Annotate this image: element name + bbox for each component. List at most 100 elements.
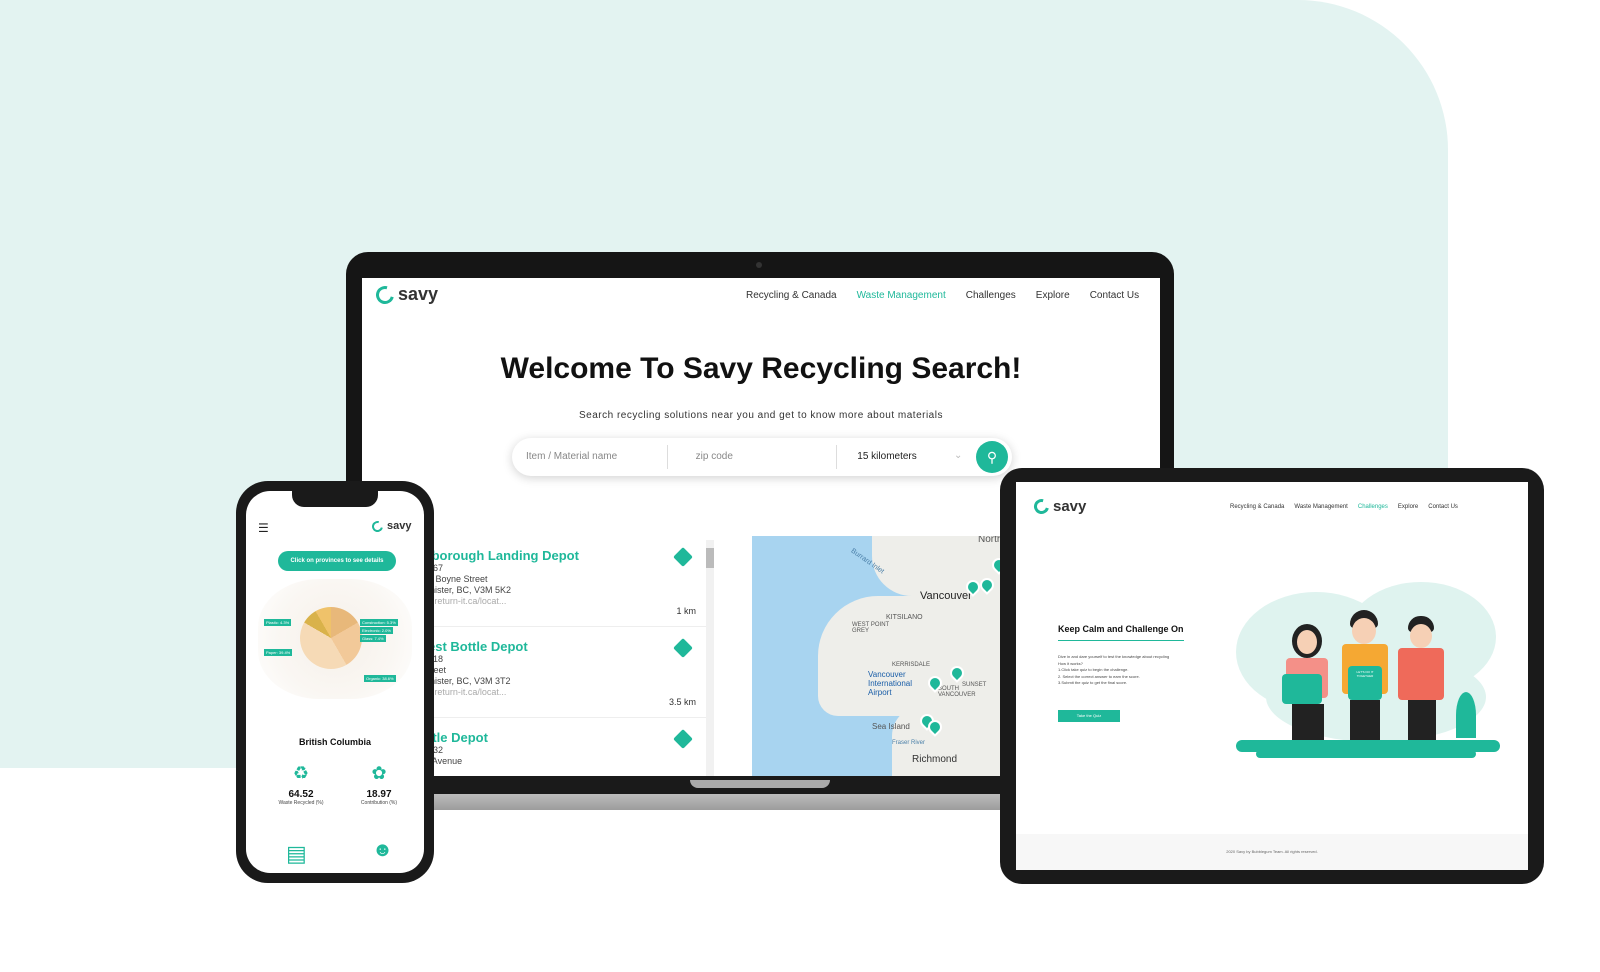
pie-tag: Organic: 38.6% — [364, 675, 396, 682]
hand-leaf-icon: ✿ — [371, 763, 387, 783]
nav-waste-management[interactable]: Waste Management — [1294, 504, 1347, 510]
depot-street: ' Avenue — [428, 756, 463, 766]
hero-title: Welcome To Savy Recycling Search! — [500, 352, 1022, 385]
nav-contact-us[interactable]: Contact Us — [1428, 504, 1458, 510]
results-scrollbar[interactable] — [706, 540, 714, 778]
map-label: Fraser River — [892, 740, 926, 746]
depot-street: 9 Boyne Street — [428, 574, 488, 584]
depot-phone: 467 — [428, 563, 444, 573]
laptop-logo[interactable]: savy — [372, 282, 439, 307]
waste-pie-chart — [300, 607, 362, 669]
depot-street: treet — [428, 665, 447, 675]
map-label: Sea Island — [872, 722, 910, 731]
nav-challenges[interactable]: Challenges — [966, 290, 1016, 301]
province-name: British Columbia — [298, 737, 371, 747]
savy-logo-icon — [1031, 496, 1052, 517]
results-list: lborough Landing Depot 467 9 Boyne Stree… — [422, 536, 712, 778]
tablet-logo[interactable]: savy — [1031, 496, 1087, 517]
depot-distance: 1 km — [676, 606, 696, 616]
stat-label: Waste Recycled (%) — [278, 800, 324, 806]
laptop-hinge — [690, 780, 830, 788]
camera — [756, 262, 762, 268]
tablet-nav-links: Recycling & Canada Waste Management Chal… — [1230, 504, 1458, 510]
depot-name[interactable]: ttle Depot — [428, 730, 712, 745]
person-face — [1297, 630, 1317, 654]
search-button[interactable]: ⚲ — [976, 441, 1008, 473]
hero-subtitle: Search recycling solutions near you and … — [579, 410, 943, 421]
people-icon: ☻ — [372, 839, 394, 861]
map-label: Vancouver International Airport — [868, 670, 913, 697]
scooter-icon: ♻ — [292, 763, 310, 783]
list-item[interactable]: lborough Landing Depot 467 9 Boyne Stree… — [422, 536, 712, 627]
laptop-nav-links: Recycling & Canada Waste Management Chal… — [746, 290, 1139, 301]
nav-recycling-canada[interactable]: Recycling & Canada — [1230, 504, 1284, 510]
zip-code-input[interactable]: zip code — [668, 445, 838, 469]
pie-tag: Glass: 7.4% — [360, 635, 386, 642]
depot-name[interactable]: est Bottle Depot — [428, 639, 712, 654]
logo-text: savy — [1053, 498, 1087, 515]
map-label: KITSILANO — [886, 614, 923, 621]
phone-notch — [292, 491, 378, 507]
map-label: Vancouver — [920, 590, 972, 602]
map-label: KERRISDALE — [892, 662, 931, 668]
pie-tag: Electronic: 2.0% — [360, 627, 393, 634]
person-pants — [1408, 700, 1436, 740]
team-illustration: LET'S DO IT TOGETHER — [1226, 582, 1502, 768]
savy-logo-icon — [369, 518, 386, 534]
savy-logo-icon — [372, 282, 398, 307]
tablet-footer: 2020 Savy by Bubblegum Team. All rights … — [1016, 834, 1528, 870]
hamburger-icon[interactable]: ☰ — [258, 521, 269, 535]
stat-label: Contribution (%) — [360, 800, 398, 806]
podium-icon: ▤ — [286, 841, 307, 866]
pie-tag: Paper: 39.4% — [264, 649, 293, 656]
ground-shape — [1256, 750, 1476, 758]
list-item[interactable]: ttle Depot 432 ' Avenue — [422, 718, 712, 778]
showcase: savy Recycling & Canada Waste Management… — [0, 0, 1600, 972]
tablet-screen: savy Recycling & Canada Waste Management… — [1016, 482, 1528, 870]
map-label: Richmond — [912, 754, 958, 765]
recycle-sign — [1282, 674, 1322, 704]
person-pants — [1350, 700, 1380, 740]
depot-name[interactable]: lborough Landing Depot — [428, 548, 712, 563]
depot-city: inister, BC, V3M 5K2 — [428, 585, 512, 595]
depot-phone: 018 — [428, 654, 444, 664]
provinces-button[interactable]: Click on provinces to see details — [278, 551, 396, 571]
map-label: SUNSET — [962, 682, 987, 688]
pie-tag: Construction: 5.3% — [360, 619, 398, 626]
phone-screen: ☰ savy Click on provinces to see details… — [246, 491, 424, 873]
take-quiz-button[interactable]: Take the Quiz — [1058, 710, 1120, 722]
challenge-title: Keep Calm and Challenge On — [1058, 624, 1184, 641]
chevron-down-icon: ⌄ — [954, 450, 963, 461]
phone-logo[interactable]: savy — [369, 518, 412, 534]
depot-url[interactable]: v.return-it.ca/locat... — [428, 596, 712, 607]
person-shirt — [1398, 648, 1444, 700]
item-search-input[interactable]: Item / Material name — [512, 445, 668, 469]
person-pants — [1292, 704, 1324, 740]
tablet-mockup: savy Recycling & Canada Waste Management… — [1000, 468, 1544, 884]
stat-contribution: ✿ 18.97 Contribution (%) — [344, 763, 414, 806]
map-label: WEST POINT GREY — [852, 622, 890, 634]
nav-recycling-canada[interactable]: Recycling & Canada — [746, 290, 837, 301]
together-sign: LET'S DO IT TOGETHER — [1348, 666, 1382, 700]
pie-tag: Plastic: 4.3% — [264, 619, 292, 626]
search-icon: ⚲ — [986, 449, 998, 465]
stat-value: 18.97 — [366, 789, 392, 800]
logo-text: savy — [387, 520, 412, 532]
list-item[interactable]: est Bottle Depot 018 treet inister, BC, … — [422, 627, 712, 718]
challenge-description: Dive in and dare yourself to test the kn… — [1058, 654, 1198, 687]
logo-text: savy — [398, 284, 439, 304]
person-face — [1410, 624, 1432, 648]
step-3: 3.Submit the quiz to get the final score… — [1058, 680, 1128, 685]
depot-distance: 3.5 km — [668, 697, 696, 707]
nav-contact-us[interactable]: Contact Us — [1090, 290, 1139, 301]
stat-waste-recycled: ♻ 64.52 Waste Recycled (%) — [266, 763, 336, 806]
phone-mockup: ☰ savy Click on provinces to see details… — [236, 481, 434, 883]
nav-waste-management[interactable]: Waste Management — [857, 290, 946, 301]
nav-explore[interactable]: Explore — [1398, 504, 1418, 510]
depot-phone: 432 — [428, 745, 444, 755]
depot-city: inister, BC, V3M 3T2 — [428, 676, 511, 686]
nav-challenges[interactable]: Challenges — [1358, 504, 1388, 510]
laptop-navbar: savy Recycling & Canada Waste Management… — [362, 278, 1160, 322]
person-face — [1352, 618, 1376, 644]
nav-explore[interactable]: Explore — [1036, 290, 1070, 301]
